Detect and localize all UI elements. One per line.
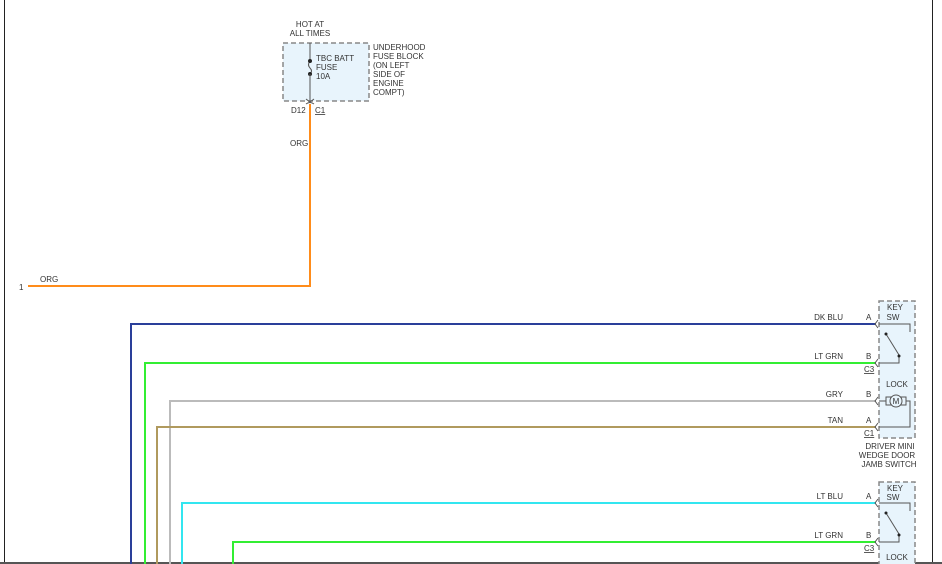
key-sw-label: SW	[887, 313, 900, 322]
lock-label: LOCK	[886, 553, 908, 562]
block-label: UNDERHOOD	[373, 43, 426, 52]
connector-label: C1	[864, 429, 875, 438]
key-sw-label: KEY	[887, 303, 904, 312]
wire-lt-grn	[232, 541, 876, 564]
hot-label: HOT AT	[296, 20, 324, 29]
wire-label: LT GRN	[814, 531, 843, 540]
block-label: SIDE OF	[373, 70, 405, 79]
connector-icons	[874, 498, 879, 547]
fuse-label: 10A	[316, 72, 331, 81]
wire-label-org: ORG	[40, 275, 58, 284]
pin-label: A	[866, 492, 872, 501]
pin-label: A	[866, 416, 872, 425]
pin-label: D12	[291, 106, 306, 115]
block-label: COMPT)	[373, 88, 405, 97]
connector-label: C1	[315, 106, 326, 115]
driver-mini-wedge-door-jamb-switch: M KEY SW LOCK DRIVER MINI WEDGE DOOR JAM…	[859, 300, 917, 469]
connector-label: C3	[864, 365, 875, 374]
pin-label: A	[866, 313, 872, 322]
wire-gry	[169, 400, 876, 564]
wire-org	[28, 104, 311, 287]
connector-icons	[874, 319, 879, 432]
hot-label: ALL TIMES	[290, 29, 330, 38]
wire-lt-grn	[144, 362, 876, 564]
switch-contact	[897, 354, 901, 358]
switch-pivot	[884, 511, 888, 515]
wire-label: TAN	[828, 416, 844, 425]
connector-label: C3	[864, 544, 875, 553]
switch-contact	[897, 533, 901, 537]
wire-label: DK BLU	[814, 313, 843, 322]
pin-label: B	[866, 531, 871, 540]
block-label: ENGINE	[373, 79, 404, 88]
switch-name: JAMB SWITCH	[861, 460, 916, 469]
wire-label: LT BLU	[817, 492, 844, 501]
key-sw-label: SW	[887, 493, 900, 502]
switch-pivot	[884, 332, 888, 336]
motor-label: M	[893, 397, 900, 406]
block-label: FUSE BLOCK	[373, 52, 424, 61]
switch-name: DRIVER MINI	[865, 442, 914, 451]
lock-label: LOCK	[886, 380, 908, 389]
wiring-diagram: HOT AT ALL TIMES TBC BATT FUSE 10A UNDER…	[0, 0, 942, 564]
fuse-label: FUSE	[316, 63, 337, 72]
second-door-jamb-switch: KEY SW LOCK	[874, 481, 916, 564]
wire-lt-blu	[181, 502, 876, 564]
key-sw-label: KEY	[887, 484, 904, 493]
switch-name: WEDGE DOOR	[859, 451, 916, 460]
wire-ref: 1	[19, 283, 24, 292]
pin-label: B	[866, 352, 871, 361]
pin-label: B	[866, 390, 871, 399]
wire-label: GRY	[826, 390, 844, 399]
fuse-label: TBC BATT	[316, 54, 354, 63]
wire-dk-blu	[130, 323, 876, 564]
block-label: (ON LEFT	[373, 61, 410, 70]
fuse-terminal	[308, 59, 312, 63]
wire-tan	[156, 426, 876, 564]
fuse-block: HOT AT ALL TIMES TBC BATT FUSE 10A UNDER…	[282, 20, 426, 115]
wire-label-org: ORG	[290, 139, 308, 148]
wire-label: LT GRN	[814, 352, 843, 361]
